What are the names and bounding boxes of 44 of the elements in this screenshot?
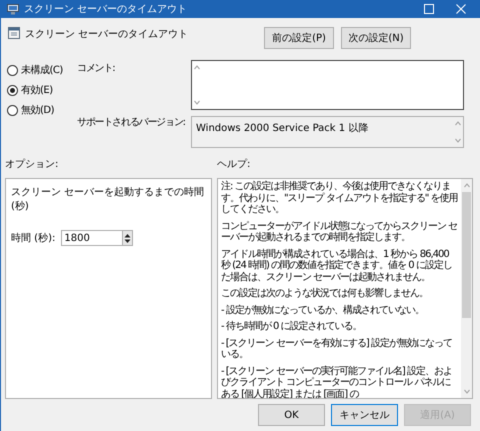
nav-button[interactable]: 前の設定(P) — [264, 27, 334, 49]
radio-button[interactable] — [7, 64, 18, 76]
app-icon — [7, 4, 19, 14]
nav-button[interactable]: 次の設定(N) — [341, 27, 411, 49]
setting-title: スクリーン セーバーのタイムアウト — [25, 28, 188, 41]
help-paragraph: - 待ち時間が 0 に設定されている。 — [221, 321, 363, 332]
scroll-up-icon — [193, 64, 201, 71]
scrollbar[interactable] — [461, 179, 472, 398]
radio-label[interactable]: 有効(E) — [21, 83, 53, 97]
help-paragraph: この設定は次のような状況では何も影響しません。 — [221, 288, 429, 300]
option-description: スクリーン セーバーを起動するまでの時間 (秒) — [11, 186, 206, 213]
scroll-down-icon — [193, 99, 201, 106]
close-icon[interactable] — [456, 4, 466, 14]
help-paragraph: - 設定が無効になっているか、構成されていない。 — [221, 304, 425, 316]
help-paragraph: アイドル時間が構成されている場合は、1 秒から 86,400 秒 (24 時間) の間の数値を指定できます。値を 0 に設定した場合は、スクリーン セーバーは起動されません。 — [221, 248, 453, 283]
comment-label: コメント: — [77, 62, 116, 75]
scroll-down-icon — [462, 388, 470, 395]
scroll-down-icon — [454, 137, 462, 144]
radio-label[interactable]: 未構成(C) — [21, 63, 63, 77]
help-paragraph: コンピューターがアイドル状態になってからスクリーン セーバーが起動されるまでの時間を指定します。 — [221, 220, 458, 244]
radio-label[interactable]: 無効(D) — [21, 103, 54, 117]
supported-version-label: サポートされるバージョン: — [77, 116, 186, 129]
options-heading: オプション: — [5, 158, 60, 171]
scrollbar-thumb[interactable] — [462, 192, 471, 318]
policy-icon — [8, 27, 20, 39]
help-heading: ヘルプ: — [217, 158, 252, 171]
down-arrow-icon — [124, 238, 132, 244]
help-paragraph: - [スクリーン セーバーを有効にする] 設定が無効になっている。 — [221, 338, 453, 360]
radio-button[interactable] — [7, 104, 18, 116]
scroll-up-icon — [462, 182, 470, 189]
time-input-field[interactable]: 1800 — [61, 230, 124, 246]
dialog-button[interactable]: キャンセル — [331, 404, 398, 426]
window-title: スクリーン セーバーのタイムアウト — [24, 3, 188, 16]
radio-button[interactable] — [7, 84, 18, 96]
time-label: 時間 (秒): — [11, 232, 56, 245]
help-paragraph: - [スクリーン セーバーの実行可能ファイル名] 設定、およびクライアント コンピューターのコントロール パネルにある [個人用設定] または [画面] の — [221, 366, 453, 398]
maximize-icon[interactable] — [424, 4, 434, 14]
up-arrow-icon — [124, 232, 132, 238]
dialog-button[interactable]: OK — [258, 404, 325, 426]
help-paragraph: 注: この設定は非推奨であり、今後は使用できなくなります。代わりに、"スリープ タイムアウトを指定する" を使用してください。 — [221, 181, 458, 216]
supported-version-text: Windows 2000 Service Pack 1 以降 — [195, 122, 368, 136]
comment-field[interactable] — [191, 60, 464, 110]
scroll-up-icon — [454, 120, 462, 127]
spin-buttons[interactable] — [123, 230, 134, 246]
